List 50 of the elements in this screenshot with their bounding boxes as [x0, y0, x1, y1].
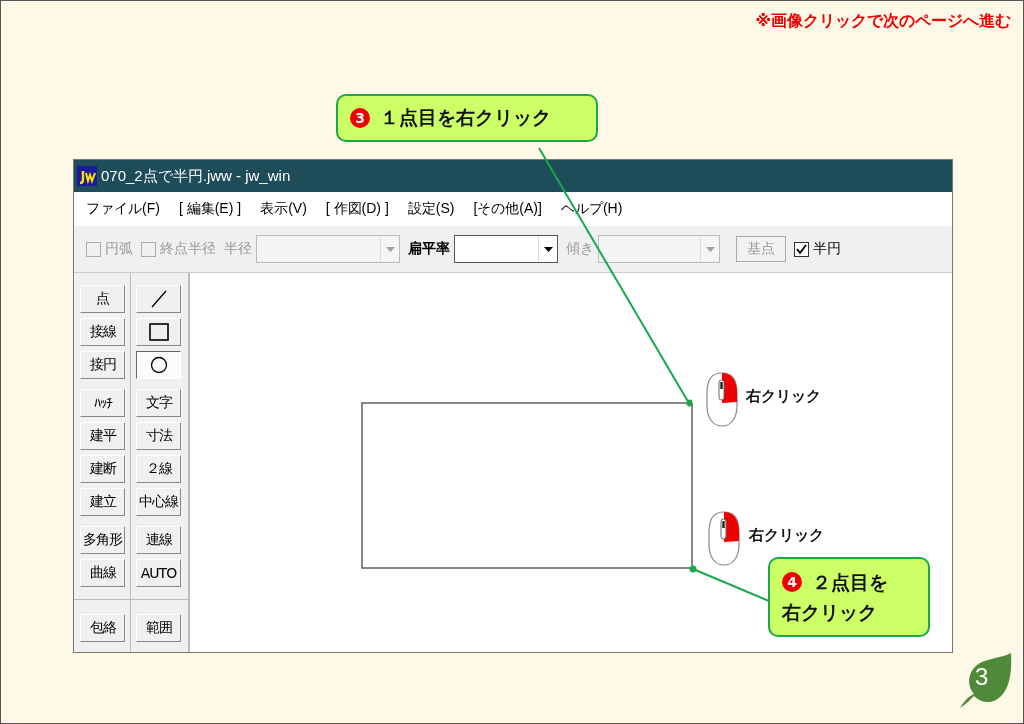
- dropdown-field[interactable]: [454, 235, 558, 263]
- tool-button[interactable]: AUTO: [136, 559, 181, 587]
- tool-button[interactable]: 建立: [80, 488, 125, 516]
- field-label: 扁平率: [408, 240, 450, 258]
- tool-button[interactable]: 接円: [80, 351, 125, 379]
- tool-button[interactable]: 建断: [80, 455, 125, 483]
- tool-button[interactable]: ２線: [136, 455, 181, 483]
- tool-button[interactable]: 連線: [136, 526, 181, 554]
- menu-item[interactable]: 設定(S): [401, 198, 461, 220]
- caret-icon: [385, 246, 395, 252]
- field-label: 半径: [224, 240, 252, 258]
- tool-button[interactable]: ﾊｯﾁ: [80, 389, 125, 417]
- app-logo-icon: [77, 166, 97, 186]
- menu-item[interactable]: [その他(A)]: [467, 198, 548, 220]
- tool-button[interactable]: 建平: [80, 422, 125, 450]
- hint-label: 右クリック: [749, 526, 824, 545]
- notice-text: ※画像クリックで次のページへ進む: [755, 11, 1011, 31]
- tool-button[interactable]: [136, 351, 181, 379]
- menu-item[interactable]: ファイル(F): [80, 198, 166, 220]
- tool-button[interactable]: 寸法: [136, 422, 181, 450]
- tool-button[interactable]: 曲線: [80, 559, 125, 587]
- callout-text: ２点目を: [812, 570, 888, 595]
- step-number: 4: [782, 572, 802, 592]
- checkbox-label: 円弧: [105, 240, 133, 258]
- tool-button[interactable]: 多角形: [80, 526, 125, 554]
- checkbox-label: 終点半径: [160, 240, 216, 258]
- hint-label: 右クリック: [746, 387, 821, 406]
- step-number: 3: [350, 108, 370, 128]
- tool-button[interactable]: 中心線: [136, 488, 181, 516]
- tool-button[interactable]: 点: [80, 285, 125, 313]
- rectangle-icon: [148, 323, 169, 341]
- field-label: 傾き: [566, 240, 594, 258]
- window-title: 070_2点で半円.jww - jw_win: [101, 166, 291, 186]
- tool-button[interactable]: 文字: [136, 389, 181, 417]
- caret-icon: [543, 246, 553, 252]
- line-icon: [149, 290, 168, 308]
- menu-item[interactable]: 表示(V): [254, 198, 313, 220]
- tool-button[interactable]: 範囲: [136, 614, 181, 642]
- checkbox[interactable]: [794, 241, 809, 257]
- circle-icon: [149, 356, 168, 374]
- page-number: 3: [975, 663, 989, 691]
- tool-button[interactable]: 接線: [80, 318, 125, 346]
- callout-text: １点目を右クリック: [380, 105, 551, 130]
- callout-text: 右クリック: [782, 600, 877, 625]
- tool-button[interactable]: 包絡: [80, 614, 125, 642]
- menu-item[interactable]: [ 編集(E) ]: [172, 198, 248, 220]
- menu-item[interactable]: [ 作図(D) ]: [319, 198, 395, 220]
- caret-icon: [705, 246, 715, 252]
- checkbox-label: 半円: [813, 240, 841, 258]
- menu-item[interactable]: ヘルプ(H): [554, 198, 629, 220]
